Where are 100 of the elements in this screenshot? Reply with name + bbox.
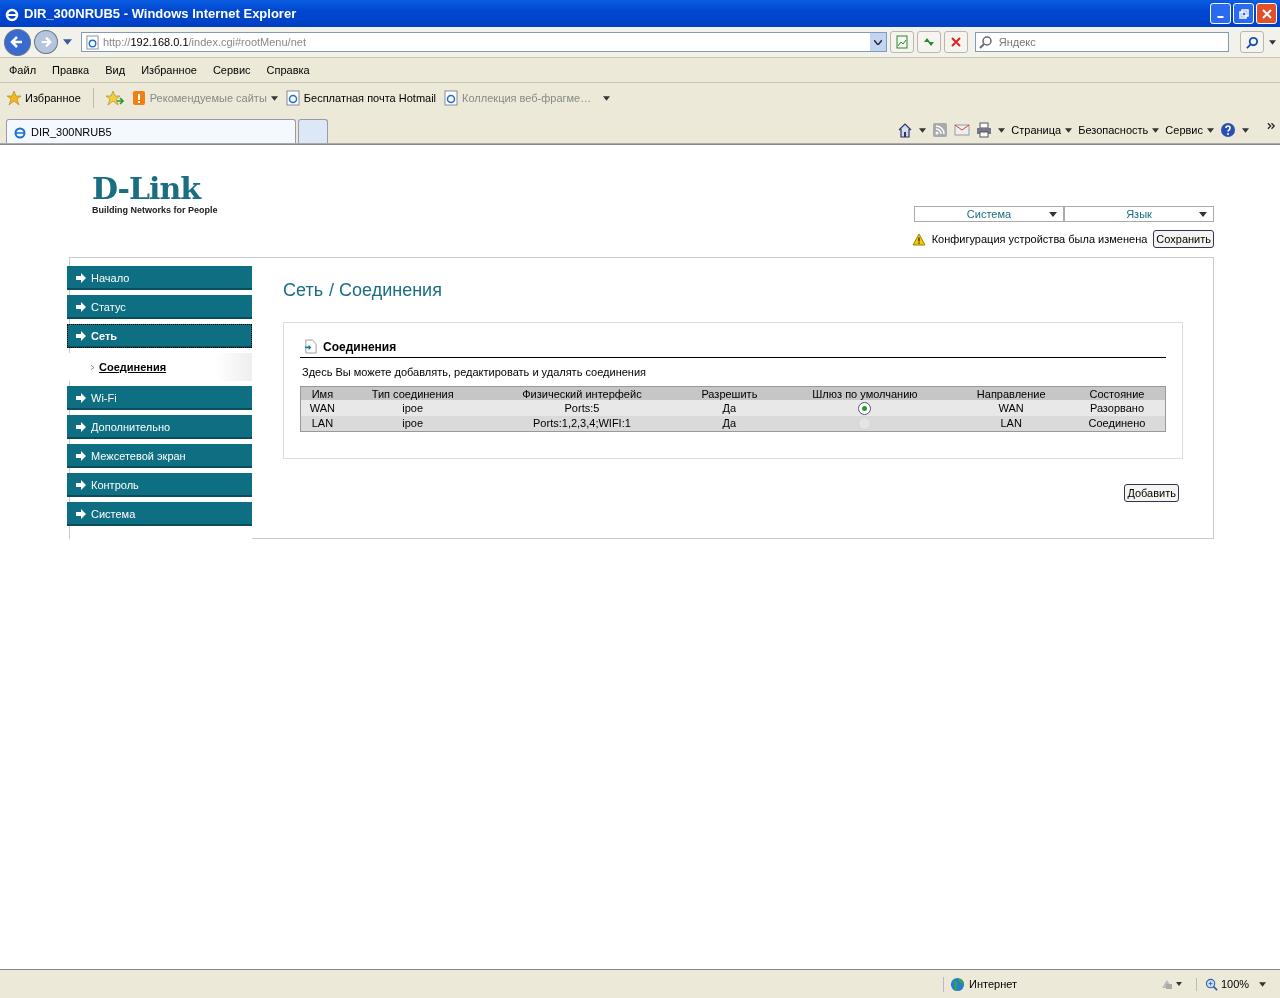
- arrow-icon: [76, 480, 86, 490]
- favorites-link[interactable]: Бесплатная почта Hotmail: [285, 90, 437, 106]
- sidebar-item[interactable]: Статус: [67, 295, 252, 319]
- arrow-icon: [76, 393, 86, 403]
- caret-icon: [1259, 981, 1266, 987]
- stop-button[interactable]: [943, 31, 968, 53]
- sidebar-item[interactable]: Дополнительно: [67, 415, 252, 439]
- document-arrow-icon: [304, 339, 317, 354]
- browser-tab[interactable]: DIR_300NRUB5: [6, 119, 296, 143]
- mail-icon[interactable]: [954, 122, 971, 138]
- dropdown-menu[interactable]: Язык: [1064, 206, 1214, 222]
- save-button[interactable]: Сохранить: [1153, 230, 1214, 248]
- radio-button[interactable]: [858, 401, 872, 415]
- zoom-level[interactable]: 100%: [1196, 977, 1280, 991]
- table-cell: WAN: [300, 400, 344, 416]
- caret-icon: [1207, 127, 1214, 133]
- sidebar-item[interactable]: Межсетевой экран: [67, 444, 252, 468]
- sidebar-item[interactable]: Сеть: [67, 324, 252, 348]
- refresh-button[interactable]: [916, 31, 941, 53]
- exclamation-icon: [131, 90, 146, 106]
- search-field[interactable]: Яндекс: [974, 32, 1230, 52]
- table-cell: Да: [682, 400, 777, 416]
- caret-icon: [1049, 212, 1057, 217]
- close-icon: [1261, 8, 1272, 19]
- warning-icon: [911, 232, 926, 246]
- command-menu[interactable]: Страница: [1011, 124, 1073, 136]
- globe-icon: [950, 976, 965, 992]
- sidebar-item[interactable]: Система: [67, 502, 252, 526]
- sidebar-subitem[interactable]: Соединения: [91, 361, 167, 373]
- chevron-icon[interactable]: [1267, 122, 1276, 130]
- dropdown-menu[interactable]: Система: [914, 206, 1064, 222]
- chevron-icon: [873, 39, 882, 45]
- caret-icon[interactable]: [998, 127, 1006, 133]
- column-header: Тип соединения: [343, 386, 482, 400]
- arrow-icon: [76, 509, 86, 519]
- window-title: DIR_300NRUB5 - Windows Internet Explorer: [24, 6, 298, 21]
- protected-mode-icon[interactable]: [1160, 978, 1182, 990]
- menu-item[interactable]: Файл: [9, 64, 37, 76]
- zoom-icon: [1205, 977, 1218, 991]
- menu-item[interactable]: Сервис: [212, 64, 251, 76]
- table-cell: ipoe: [343, 400, 482, 416]
- column-header: Имя: [300, 386, 344, 400]
- printer-icon[interactable]: [976, 122, 993, 138]
- help-icon[interactable]: [1220, 122, 1236, 138]
- forward-button[interactable]: [33, 30, 58, 54]
- command-menu[interactable]: Безопасность: [1078, 124, 1160, 136]
- caret-icon[interactable]: [62, 39, 72, 45]
- arrow-icon: [76, 422, 86, 432]
- breadcrumb-item: / Соединения: [329, 280, 442, 301]
- search-icon: [978, 35, 993, 49]
- column-header: Разрешить: [682, 386, 777, 400]
- notice-text: Конфигурация устройства была изменена: [931, 233, 1148, 245]
- sidebar-item[interactable]: Контроль: [67, 473, 252, 497]
- stop-icon: [948, 35, 963, 49]
- address-field[interactable]: http://192.168.0.1/index.cgi#rootMenu/net: [80, 32, 887, 52]
- menu-item[interactable]: Правка: [52, 64, 90, 76]
- security-zone: Интернет: [943, 976, 1150, 992]
- search-icon: [1245, 35, 1259, 49]
- close-button[interactable]: [1256, 3, 1277, 24]
- sidebar-item[interactable]: Wi-Fi: [67, 386, 252, 410]
- search-button[interactable]: [1240, 31, 1265, 53]
- column-header: Физический интерфейс: [481, 386, 683, 400]
- add-button[interactable]: Добавить: [1124, 484, 1179, 503]
- add-favorite-icon[interactable]: [105, 90, 124, 106]
- column-header: Состояние: [1068, 386, 1166, 400]
- restore-icon: [1238, 8, 1249, 19]
- bullet-icon: [91, 364, 94, 370]
- page-icon: [85, 34, 99, 50]
- search-input[interactable]: Яндекс: [996, 35, 1221, 49]
- logo-wordmark: D-Link: [92, 173, 203, 205]
- minimize-button[interactable]: [1210, 3, 1231, 24]
- sidebar-item[interactable]: Начало: [67, 266, 252, 290]
- address-dropdown-button[interactable]: [869, 33, 886, 51]
- caret-icon: [1199, 212, 1207, 217]
- caret-icon: [270, 95, 278, 101]
- back-button[interactable]: [4, 28, 31, 56]
- caret-icon: [1065, 127, 1073, 133]
- caret-icon[interactable]: [1269, 39, 1277, 45]
- menu-item[interactable]: Избранное: [141, 64, 197, 76]
- star-icon: [6, 90, 22, 106]
- favorites-button[interactable]: Избранное: [6, 90, 81, 106]
- restore-button[interactable]: [1233, 3, 1254, 24]
- command-menu[interactable]: Сервис: [1165, 124, 1214, 136]
- url-text: http://192.168.0.1/index.cgi#rootMenu/net: [102, 36, 307, 48]
- column-header: Шлюз по умолчанию: [776, 386, 954, 400]
- caret-icon[interactable]: [919, 127, 927, 133]
- home-icon[interactable]: [897, 122, 914, 138]
- arrow-icon: [76, 273, 86, 283]
- breadcrumb-item: Сеть: [283, 280, 324, 301]
- menu-item[interactable]: Вид: [105, 64, 126, 76]
- section-title: Соединения: [323, 339, 397, 354]
- page-icon: [285, 90, 300, 106]
- caret-icon[interactable]: [1242, 127, 1249, 133]
- logo-tagline: Building Networks for People: [92, 205, 218, 215]
- menu-item[interactable]: Справка: [266, 64, 310, 76]
- caret-icon[interactable]: [603, 95, 611, 101]
- table-cell: WAN: [953, 400, 1069, 416]
- arrow-icon: [76, 302, 86, 312]
- column-header: Направление: [953, 386, 1069, 400]
- section-description: Здесь Вы можете добавлять, редактировать и удалять соединения: [301, 365, 647, 380]
